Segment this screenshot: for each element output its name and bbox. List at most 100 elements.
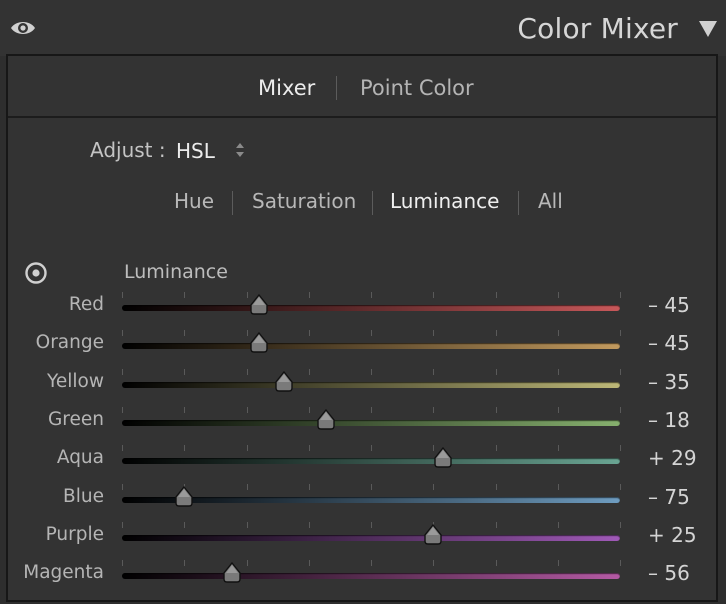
slider-tick xyxy=(122,560,123,567)
slider-thumb-magenta[interactable] xyxy=(222,562,242,584)
slider-thumb-yellow[interactable] xyxy=(274,370,294,393)
slider-tick xyxy=(246,521,248,528)
slider-tick xyxy=(495,330,497,337)
slider-tick xyxy=(122,330,123,337)
slider-tick xyxy=(620,483,621,490)
slider-tick xyxy=(495,368,497,375)
slider-label-green: Green xyxy=(47,408,104,430)
slider-label-orange: Orange xyxy=(35,332,104,354)
slider-label-red: Red xyxy=(68,294,104,315)
slider-tick xyxy=(371,330,372,337)
slider-track-yellow[interactable] xyxy=(122,381,620,388)
slider-tick xyxy=(620,292,621,298)
tab-divider xyxy=(518,191,519,215)
slider-value-magenta[interactable]: – 56 xyxy=(648,561,690,585)
panel-header: Color Mixer xyxy=(0,0,726,56)
slider-label-yellow: Yellow xyxy=(47,370,104,392)
slider-tick xyxy=(184,445,186,452)
slider-value-red[interactable]: – 45 xyxy=(648,293,690,317)
slider-row-red: Red – 45 xyxy=(8,292,716,324)
slider-tick xyxy=(184,330,186,337)
slider-tick xyxy=(495,445,497,452)
slider-value-orange[interactable]: – 45 xyxy=(648,331,690,355)
slider-tick xyxy=(246,483,248,490)
slider-track-blue[interactable] xyxy=(122,496,620,503)
slider-value-blue[interactable]: – 75 xyxy=(648,485,690,509)
slider-row-green: Green – 18 xyxy=(8,406,716,439)
slider-tick xyxy=(308,445,310,452)
slider-tick xyxy=(246,330,248,337)
slider-tick xyxy=(433,292,435,298)
slider-thumb-aqua[interactable] xyxy=(433,447,453,469)
slider-tick xyxy=(620,406,621,413)
slider-tick xyxy=(557,406,559,413)
tab-divider xyxy=(372,191,373,215)
slider-tick xyxy=(246,445,248,452)
slider-tick xyxy=(122,368,123,375)
slider-tick xyxy=(308,560,310,567)
up-down-arrows-icon xyxy=(236,143,244,157)
slider-tick xyxy=(620,330,621,337)
slider-tick xyxy=(246,406,248,413)
slider-tick xyxy=(557,368,559,375)
slider-track-purple[interactable] xyxy=(122,534,620,541)
slider-tick xyxy=(371,521,372,528)
slider-tick xyxy=(495,292,497,298)
slider-value-green[interactable]: – 18 xyxy=(648,408,690,432)
slider-tick xyxy=(433,368,435,375)
triangle-down-icon[interactable] xyxy=(698,20,718,38)
slider-tick xyxy=(433,330,435,337)
tab-all[interactable]: All xyxy=(538,189,563,213)
slider-row-orange: Orange – 45 xyxy=(8,330,716,362)
slider-tick xyxy=(246,560,248,567)
slider-label-blue: Blue xyxy=(63,485,104,507)
slider-tick xyxy=(557,521,559,528)
slider-thumb-orange[interactable] xyxy=(249,332,269,354)
slider-ticks xyxy=(122,406,621,415)
slider-thumb-green[interactable] xyxy=(316,408,336,431)
slider-track-red[interactable] xyxy=(122,305,620,311)
slider-thumb-red[interactable] xyxy=(249,294,269,316)
slider-track-magenta[interactable] xyxy=(122,573,620,580)
slider-tick xyxy=(557,330,559,337)
slider-row-blue: Blue – 75 xyxy=(8,483,716,516)
slider-tick xyxy=(371,292,372,298)
slider-value-yellow[interactable]: – 35 xyxy=(648,370,690,394)
slider-track-green[interactable] xyxy=(122,419,620,426)
slider-tick xyxy=(495,483,497,490)
slider-tick xyxy=(495,521,497,528)
slider-ticks xyxy=(122,330,621,338)
tab-luminance[interactable]: Luminance xyxy=(390,189,499,213)
slider-ticks xyxy=(122,292,621,300)
slider-thumb-purple[interactable] xyxy=(423,523,443,546)
slider-label-magenta: Magenta xyxy=(23,562,104,584)
slider-tick xyxy=(371,368,372,375)
slider-ticks xyxy=(122,560,621,568)
slider-tick xyxy=(308,406,310,413)
eye-icon[interactable] xyxy=(10,17,36,39)
adjust-select[interactable]: HSL xyxy=(176,136,256,164)
slider-tick xyxy=(557,445,559,452)
slider-tick xyxy=(620,445,621,452)
target-adjust-icon[interactable] xyxy=(24,261,48,285)
slider-ticks xyxy=(122,445,621,453)
slider-track-aqua[interactable] xyxy=(122,458,620,465)
slider-ticks xyxy=(122,521,621,530)
slider-tick xyxy=(371,560,372,567)
slider-tick xyxy=(557,560,559,567)
tab-saturation[interactable]: Saturation xyxy=(252,189,356,213)
slider-track-orange[interactable] xyxy=(122,343,620,350)
slider-tick xyxy=(371,483,372,490)
panel-title: Color Mixer xyxy=(517,12,678,45)
slider-value-purple[interactable]: + 25 xyxy=(648,523,697,547)
tab-hue[interactable]: Hue xyxy=(174,189,214,213)
slider-tick xyxy=(122,521,123,528)
slider-tick xyxy=(308,330,310,337)
slider-tick xyxy=(184,368,186,375)
slider-thumb-blue[interactable] xyxy=(174,485,194,508)
slider-tick xyxy=(308,292,310,298)
slider-tick xyxy=(184,521,186,528)
tab-mixer[interactable]: Mixer xyxy=(258,76,315,100)
slider-value-aqua[interactable]: + 29 xyxy=(648,446,697,470)
tab-point-color[interactable]: Point Color xyxy=(360,76,474,100)
